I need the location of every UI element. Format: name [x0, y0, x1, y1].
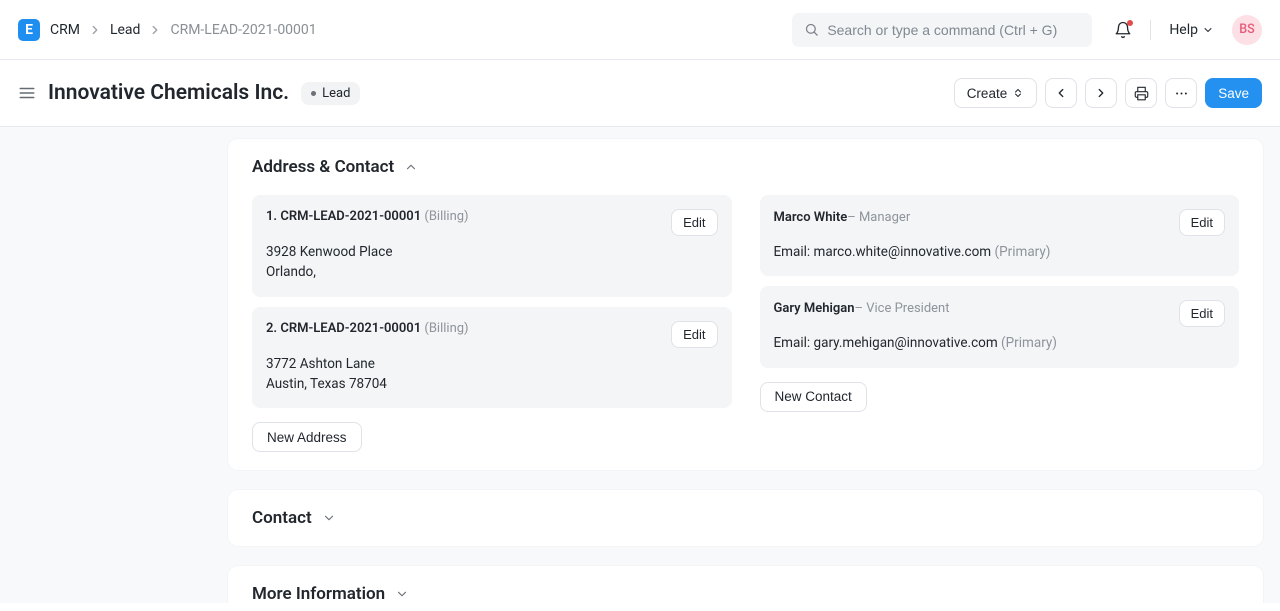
save-button[interactable]: Save	[1205, 78, 1262, 108]
contacts-column: Marco White– Manager Edit Email: marco.w…	[760, 195, 1240, 452]
edit-contact-button[interactable]: Edit	[1179, 300, 1225, 327]
chevron-right-icon	[88, 23, 102, 37]
chevron-down-icon	[1202, 24, 1214, 36]
addresses-column: 1. CRM-LEAD-2021-00001 (Billing) Edit 39…	[252, 195, 732, 452]
email-label: Email:	[774, 244, 814, 260]
address-line2: Austin, Texas 78704	[266, 374, 718, 394]
notification-dot	[1127, 20, 1133, 26]
contact-email: marco.white@innovative.com	[814, 244, 992, 260]
search-icon	[804, 22, 819, 37]
new-contact-button[interactable]: New Contact	[760, 382, 867, 412]
chevron-down-icon	[395, 587, 409, 601]
chevron-down-icon	[322, 511, 336, 525]
create-button[interactable]: Create	[954, 78, 1038, 108]
edit-contact-button[interactable]: Edit	[1179, 209, 1225, 236]
contact-body: Email: marco.white@innovative.com (Prima…	[774, 242, 1226, 262]
panel-header-more-info[interactable]: More Information	[228, 566, 1263, 603]
contact-body: Email: gary.mehigan@innovative.com (Prim…	[774, 333, 1226, 353]
primary-badge: (Primary)	[1001, 335, 1057, 351]
breadcrumb: CRM Lead CRM-LEAD-2021-00001	[50, 22, 317, 38]
page-actions: Create Save	[954, 78, 1262, 108]
status-label: Lead	[322, 86, 350, 101]
breadcrumb-item-lead[interactable]: Lead	[110, 22, 140, 38]
panel-title: Address & Contact	[252, 157, 394, 177]
search-bar[interactable]	[792, 13, 1092, 47]
primary-badge: (Primary)	[994, 244, 1050, 260]
panel-header-contact[interactable]: Contact	[228, 490, 1263, 546]
address-title: 1. CRM-LEAD-2021-00001 (Billing)	[266, 209, 469, 224]
contact-name: Marco White	[774, 210, 848, 225]
more-button[interactable]	[1165, 78, 1197, 108]
more-horizontal-icon	[1174, 86, 1189, 101]
save-label: Save	[1218, 86, 1249, 101]
chevron-left-icon	[1054, 86, 1068, 100]
address-body: 3928 Kenwood Place Orlando,	[266, 242, 718, 283]
breadcrumb-item-crm[interactable]: CRM	[50, 22, 80, 38]
breadcrumb-item-current[interactable]: CRM-LEAD-2021-00001	[170, 22, 316, 38]
email-label: Email:	[774, 335, 814, 351]
create-label: Create	[967, 86, 1008, 101]
address-title: 2. CRM-LEAD-2021-00001 (Billing)	[266, 321, 469, 336]
panel-address-contact: Address & Contact 1. CRM-LEAD-2021-00001…	[228, 139, 1263, 470]
avatar[interactable]: BS	[1232, 15, 1262, 45]
address-card: 1. CRM-LEAD-2021-00001 (Billing) Edit 39…	[252, 195, 732, 297]
panel-body: 1. CRM-LEAD-2021-00001 (Billing) Edit 39…	[228, 195, 1263, 452]
menu-icon	[18, 84, 36, 102]
status-dot	[311, 91, 316, 96]
panel-header-address-contact[interactable]: Address & Contact	[228, 139, 1263, 195]
contact-role: – Manager	[847, 210, 910, 225]
help-menu[interactable]: Help	[1169, 22, 1214, 38]
contact-header: Marco White– Manager	[774, 209, 911, 225]
next-button[interactable]	[1085, 78, 1117, 108]
new-address-button[interactable]: New Address	[252, 422, 362, 452]
contact-name: Gary Mehigan	[774, 301, 855, 316]
status-badge[interactable]: Lead	[301, 82, 360, 105]
help-label: Help	[1169, 22, 1198, 38]
edit-address-button[interactable]: Edit	[671, 209, 717, 236]
contact-header: Gary Mehigan– Vice President	[774, 300, 950, 316]
printer-icon	[1134, 86, 1149, 101]
top-right-controls: Help BS	[1114, 15, 1262, 45]
select-icon	[1012, 87, 1024, 99]
contact-card: Gary Mehigan– Vice President Edit Email:…	[760, 286, 1240, 367]
sidebar-toggle[interactable]	[18, 84, 36, 102]
print-button[interactable]	[1125, 78, 1157, 108]
address-line1: 3928 Kenwood Place	[266, 242, 718, 262]
contact-email: gary.mehigan@innovative.com	[814, 335, 998, 351]
chevron-right-icon	[1094, 86, 1108, 100]
address-line2: Orlando,	[266, 262, 718, 282]
chevron-up-icon	[404, 160, 418, 174]
address-line1: 3772 Ashton Lane	[266, 354, 718, 374]
address-body: 3772 Ashton Lane Austin, Texas 78704	[266, 354, 718, 395]
panel-title: Contact	[252, 508, 312, 528]
prev-button[interactable]	[1045, 78, 1077, 108]
contact-role: – Vice President	[854, 301, 949, 316]
contact-card: Marco White– Manager Edit Email: marco.w…	[760, 195, 1240, 276]
page-header: Innovative Chemicals Inc. Lead Create Sa…	[0, 60, 1280, 127]
search-input[interactable]	[827, 22, 1080, 38]
panel-title: More Information	[252, 584, 385, 603]
chevron-right-icon	[148, 23, 162, 37]
top-bar: E CRM Lead CRM-LEAD-2021-00001 Help BS	[0, 0, 1280, 60]
divider	[1150, 20, 1151, 40]
address-card: 2. CRM-LEAD-2021-00001 (Billing) Edit 37…	[252, 307, 732, 409]
edit-address-button[interactable]: Edit	[671, 321, 717, 348]
content-area: Address & Contact 1. CRM-LEAD-2021-00001…	[0, 127, 1280, 603]
app-logo[interactable]: E	[18, 19, 40, 41]
page-title: Innovative Chemicals Inc.	[48, 81, 289, 105]
panel-more-info: More Information	[228, 566, 1263, 603]
notifications-button[interactable]	[1114, 21, 1132, 39]
panel-contact: Contact	[228, 490, 1263, 546]
